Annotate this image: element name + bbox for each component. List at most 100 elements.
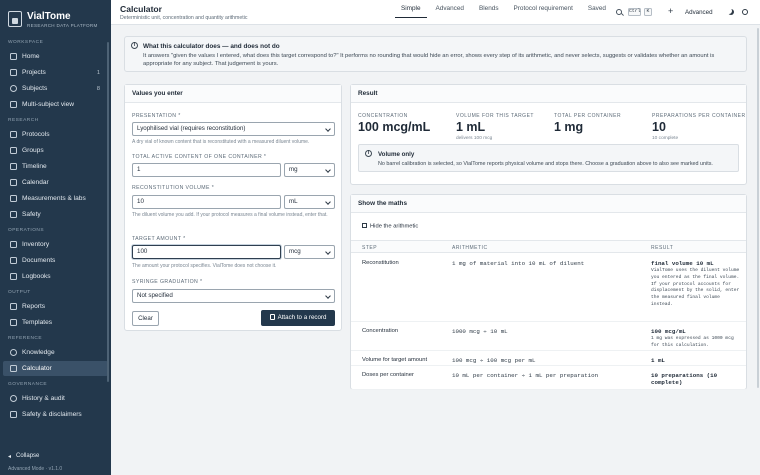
maths-table-header: STEP ARITHMETIC RESULT: [351, 240, 746, 253]
tab-simple[interactable]: Simple: [395, 0, 427, 18]
sidebar-item-history-audit[interactable]: History & audit: [3, 391, 108, 406]
presentation-help: A dry vial of known content that is reco…: [132, 139, 310, 145]
box-icon: [10, 241, 17, 248]
folder-icon: [10, 69, 17, 76]
sidebar-item-count: 8: [96, 85, 100, 92]
sidebar-item-projects[interactable]: Projects 1: [3, 65, 108, 80]
step-cell: Volume for target amount: [362, 357, 428, 363]
step-cell: Concentration: [362, 328, 399, 334]
tab-advanced[interactable]: Advanced: [430, 0, 470, 18]
sidebar-item-subjects[interactable]: Subjects 8: [3, 81, 108, 96]
sidebar-item-safety-disclaimers[interactable]: Safety & disclaimers: [3, 407, 108, 422]
info-icon: i: [131, 42, 138, 49]
nav-section-title: OUTPUT: [8, 290, 31, 295]
info-icon: i: [365, 150, 372, 157]
sidebar-item-label: Home: [22, 53, 40, 60]
gear-icon[interactable]: [742, 9, 748, 15]
moon-icon[interactable]: [728, 9, 734, 15]
sidebar-item-home[interactable]: Home: [3, 49, 108, 64]
volume-note-body: No barrel calibration is selected, so Vi…: [378, 161, 713, 167]
sidebar-item-label: History & audit: [22, 395, 65, 402]
values-heading: Values you enter: [125, 85, 341, 103]
content-unit-value: mg: [289, 166, 298, 173]
main-scrollbar[interactable]: [757, 28, 759, 388]
report-icon: [10, 303, 17, 310]
result-note: 1 mg was expressed as 1000 mcg for this …: [651, 336, 734, 348]
warning-icon: [10, 411, 17, 418]
sidebar-item-label: Projects: [22, 69, 46, 76]
step-cell: Reconstitution: [362, 260, 399, 266]
nav-section-title: REFERENCE: [8, 336, 43, 341]
sidebar-item-groups[interactable]: Groups: [3, 143, 108, 158]
content-input[interactable]: 1: [132, 163, 281, 177]
target-unit-select[interactable]: mcg: [284, 245, 335, 259]
content-label: TOTAL ACTIVE CONTENT OF ONE CONTAINER *: [132, 154, 267, 160]
column-arithmetic: ARITHMETIC: [452, 245, 488, 251]
column-result: RESULT: [651, 245, 674, 251]
hide-arithmetic-toggle[interactable]: Hide the arithmetic: [362, 223, 418, 230]
sidebar-item-multi-subject-view[interactable]: Multi-subject view: [3, 97, 108, 112]
sidebar-item-label: Multi-subject view: [22, 101, 75, 108]
maths-heading[interactable]: Show the maths: [351, 195, 746, 213]
volume-note-title: Volume only: [378, 151, 415, 158]
sidebar-item-label: Knowledge: [22, 349, 55, 356]
clear-button[interactable]: Clear: [132, 311, 159, 326]
sidebar-item-label: Reports: [22, 303, 46, 310]
graduation-select[interactable]: Not specified: [132, 289, 335, 303]
sidebar-item-count: 1: [96, 69, 100, 76]
plus-icon[interactable]: +: [668, 6, 673, 16]
sidebar-item-calculator[interactable]: Calculator: [3, 361, 108, 376]
result-heading: Result: [351, 85, 746, 103]
shortcut-key-ctrl: Ctrl: [628, 8, 641, 16]
sidebar-item-inventory[interactable]: Inventory: [3, 237, 108, 252]
top-header: Calculator Deterministic unit, concentra…: [111, 0, 760, 25]
mode-toggle-button[interactable]: Advanced: [685, 9, 713, 16]
chevron-down-icon: [325, 249, 331, 255]
grid-icon: [10, 101, 17, 108]
search-icon[interactable]: [616, 9, 622, 15]
chevron-down-icon: [325, 293, 331, 299]
sidebar-item-reports[interactable]: Reports: [3, 299, 108, 314]
sidebar-item-templates[interactable]: Templates: [3, 315, 108, 330]
result-value: 1 mL: [456, 120, 486, 134]
result-label: CONCENTRATION: [358, 113, 408, 119]
sidebar-item-label: Protocols: [22, 131, 50, 138]
sidebar-item-calendar[interactable]: Calendar: [3, 175, 108, 190]
sidebar-item-label: Groups: [22, 147, 44, 154]
result-main: 10 preparations (10 complete): [651, 372, 718, 386]
attach-to-record-button[interactable]: Attach to a record: [261, 310, 335, 326]
target-input[interactable]: 100: [132, 245, 281, 259]
content-unit-select[interactable]: mg: [284, 163, 335, 177]
nav-section-title: OPERATIONS: [8, 228, 45, 233]
tab-saved[interactable]: Saved: [582, 0, 612, 18]
sidebar-item-safety[interactable]: Safety: [3, 207, 108, 222]
sidebar-item-logbooks[interactable]: Logbooks: [3, 269, 108, 284]
tab-protocol-requirement[interactable]: Protocol requirement: [508, 0, 579, 18]
sidebar-item-measurements-labs[interactable]: Measurements & labs: [3, 191, 108, 206]
chevron-down-icon: [325, 126, 331, 132]
sidebar-item-label: Safety: [22, 211, 41, 218]
reconstitution-input[interactable]: 10: [132, 195, 281, 209]
sidebar-item-timeline[interactable]: Timeline: [3, 159, 108, 174]
sidebar-scrollbar[interactable]: [107, 42, 109, 382]
shortcut-key-k: K: [644, 8, 652, 16]
reconstitution-unit-select[interactable]: mL: [284, 195, 335, 209]
result-label: VOLUME FOR THIS TARGET: [456, 113, 534, 119]
title-block: Calculator Deterministic unit, concentra…: [120, 4, 247, 21]
reconstitution-label: RECONSTITUTION VOLUME *: [132, 185, 215, 191]
result-main: 100 mcg/mL: [651, 328, 686, 335]
brand[interactable]: VialTome RESEARCH DATA PLATFORM: [0, 0, 111, 30]
presentation-select[interactable]: Lyophilised vial (requires reconstitutio…: [132, 122, 335, 136]
chevron-down-icon: [325, 167, 331, 173]
sidebar-item-knowledge[interactable]: Knowledge: [3, 345, 108, 360]
info-body: It answers "given the values I entered, …: [143, 53, 715, 68]
sidebar-item-label: Documents: [22, 257, 56, 264]
sidebar-item-label: Templates: [22, 319, 53, 326]
shield-icon: [10, 211, 17, 218]
collapse-button[interactable]: ◂ Collapse: [0, 449, 111, 463]
chevron-down-icon: [325, 199, 331, 205]
tab-blends[interactable]: Blends: [473, 0, 505, 18]
sidebar-item-documents[interactable]: Documents: [3, 253, 108, 268]
sidebar-item-protocols[interactable]: Protocols: [3, 127, 108, 142]
attach-icon: [269, 314, 275, 320]
